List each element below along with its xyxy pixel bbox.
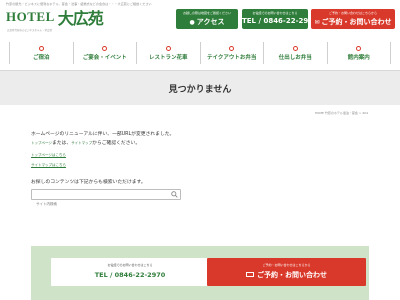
message-line-1: ホームページのリニューアルに伴い、一部URLが変更されました。 (31, 132, 175, 137)
footer-reserve-label: ご予約・お問い合わせ (257, 271, 327, 279)
header-tel-button[interactable]: お電話でのお問い合わせはこちら TEL / 0846-22-2970 (242, 9, 318, 29)
header-reserve-note: ご予約・お問い合わせはこちらから (328, 11, 377, 15)
footer-reserve-note: ご予約・お問い合わせはこちらから (262, 263, 311, 267)
bed-icon (38, 45, 44, 51)
nav-item-label: ご宴会・イベント (82, 54, 127, 61)
site-search-input[interactable] (32, 199, 162, 209)
nav-item-label: ご宿泊 (32, 54, 50, 61)
sitemap-inline-link[interactable]: サイトマップ (71, 141, 92, 145)
header-reserve-button[interactable]: ご予約・お問い合わせはこちらから ✉ ご予約・お問い合わせ (311, 9, 395, 29)
search-icon[interactable] (171, 191, 178, 198)
top-page-link[interactable]: トップページはこちら (31, 153, 369, 158)
footer-tel-note: お電話でのお問い合わせはこちら (107, 263, 153, 267)
building-icon (356, 45, 362, 51)
not-found-content: ホームページのリニューアルに伴い、一部URLが変更されました。 トップページまた… (31, 131, 369, 209)
nav-item-label: 仕出しお弁当 (278, 54, 312, 61)
footer-reserve-button[interactable]: ご予約・お問い合わせはこちらから ご予約・お問い合わせ (207, 258, 366, 286)
footer-contact: お電話でのお問い合わせはこちら TEL / 0846-22-2970 ご予約・お… (31, 246, 369, 300)
message-line-2: トップページまたは、サイトマップからご確認ください。 (31, 139, 369, 148)
nav-item-restaurant[interactable]: レストラン花車 (136, 42, 200, 64)
header-reserve-label: ご予約・お問い合わせ (321, 18, 392, 26)
top-page-inline-link[interactable]: トップページ (31, 141, 52, 145)
page-title-banner: 見つかりません (0, 71, 400, 105)
logo-name-text: 大広苑 (57, 9, 104, 28)
message-end-text: からご確認ください。 (92, 141, 141, 146)
map-pin-icon: ● (189, 19, 195, 26)
breadcrumb[interactable]: HOME 竹原のホテル宿泊・宴会 > 404 (315, 111, 368, 115)
nav-item-banquet[interactable]: ご宴会・イベント (72, 42, 137, 64)
nav-item-stay[interactable]: ご宿泊 (9, 42, 73, 64)
search-prompt-text: お探しのコンテンツは下記からも検索いただけます。 (31, 180, 146, 185)
page-title: 見つかりません (168, 84, 232, 95)
nav-item-label: テイクアウトお弁当 (207, 54, 257, 61)
mail-icon: ✉ (314, 19, 320, 26)
mail-icon (246, 271, 254, 277)
nav-item-takeout[interactable]: テイクアウトお弁当 (199, 42, 264, 64)
bento-icon (229, 45, 235, 51)
footer-tel-button[interactable]: お電話でのお問い合わせはこちら TEL / 0846-22-2970 (51, 258, 209, 286)
nav-item-label: レストラン花車 (148, 54, 188, 61)
access-label: アクセス (196, 18, 225, 26)
nav-item-label: 館内案内 (347, 54, 370, 61)
catering-icon (292, 45, 298, 51)
access-button[interactable]: お越しの際は地図をご確認ください ● アクセス (176, 9, 238, 29)
site-logo[interactable]: HOTEL 大広苑 (6, 8, 104, 28)
main-nav: ご宿泊 ご宴会・イベント レストラン花車 テイクアウトお弁当 仕出しお弁当 館内… (9, 42, 391, 64)
access-note: お越しの際は地図をご確認ください (182, 11, 231, 15)
restaurant-icon (165, 45, 171, 51)
glass-icon (102, 45, 108, 51)
sitemap-link[interactable]: サイトマップはこちら (31, 163, 369, 168)
logo-hotel-text: HOTEL (6, 9, 55, 24)
logo-subtitle: 広島県竹原市のビジネスホテル・宴会場 (7, 29, 53, 32)
header-tel-note: お電話でのお問い合わせはこちら (252, 11, 298, 15)
nav-item-catering[interactable]: 仕出しお弁当 (263, 42, 327, 64)
footer-tel-label: TEL / 0846-22-2970 (94, 271, 166, 279)
message-mid-text: または、 (51, 141, 72, 146)
header-tel-label: TEL / 0846-22-2970 (242, 17, 318, 25)
nav-item-facility[interactable]: 館内案内 (326, 42, 391, 64)
site-search-box (31, 189, 181, 209)
